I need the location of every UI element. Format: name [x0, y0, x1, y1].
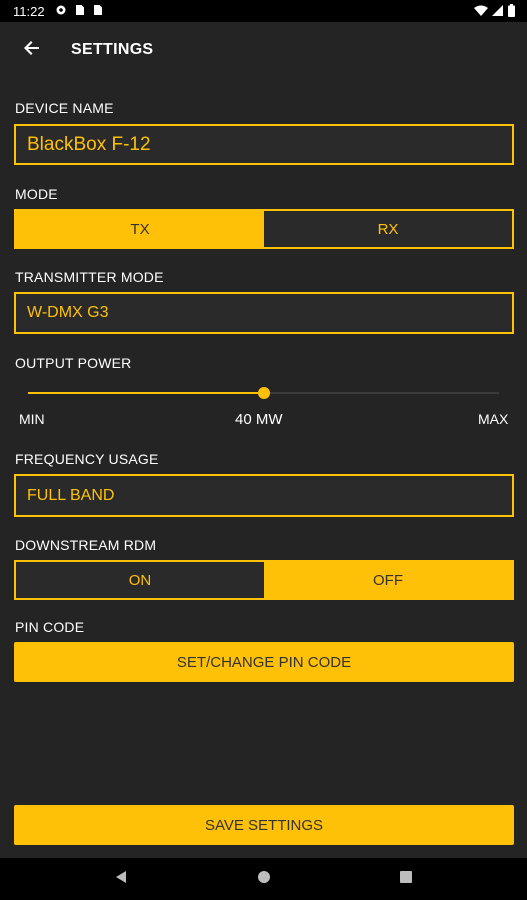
- output-power-min-label: MIN: [19, 411, 45, 427]
- nav-back-button[interactable]: [112, 870, 130, 888]
- wifi-icon: [474, 5, 488, 20]
- mode-rx-button[interactable]: RX: [264, 211, 512, 247]
- transmitter-mode-label: TRANSMITTER MODE: [15, 269, 164, 285]
- transmitter-mode-value: W-DMX G3: [27, 304, 109, 321]
- page-title: SETTINGS: [71, 41, 154, 58]
- status-icons-right: [474, 4, 515, 20]
- save-settings-button[interactable]: SAVE SETTINGS: [14, 805, 514, 845]
- settings-gear-icon: [55, 4, 67, 19]
- mode-toggle: TX RX: [14, 209, 514, 249]
- device-name-field[interactable]: BlackBox F-12: [14, 124, 514, 165]
- mode-tx-button[interactable]: TX: [16, 211, 264, 247]
- set-pin-code-button[interactable]: SET/CHANGE PIN CODE: [14, 642, 514, 682]
- output-power-slider-fill: [28, 392, 264, 394]
- device-name-value: BlackBox F-12: [27, 133, 151, 155]
- battery-icon: [508, 4, 515, 20]
- nav-back-icon: [114, 870, 128, 889]
- downstream-rdm-on-button[interactable]: ON: [16, 562, 264, 598]
- frequency-usage-label: FREQUENCY USAGE: [15, 451, 159, 467]
- status-time: 11:22: [13, 4, 45, 19]
- output-power-max-label: MAX: [478, 411, 509, 427]
- signal-icon: [492, 4, 504, 20]
- downstream-rdm-toggle: ON OFF: [14, 560, 514, 600]
- frequency-usage-select[interactable]: FULL BAND: [14, 474, 514, 517]
- status-bar: 11:22: [0, 0, 527, 22]
- sim-card-icon: [93, 4, 103, 19]
- nav-recents-icon: [399, 870, 413, 889]
- downstream-rdm-off-button[interactable]: OFF: [264, 562, 512, 598]
- back-arrow-icon: [24, 40, 40, 61]
- nav-home-button[interactable]: [255, 870, 273, 888]
- output-power-value: 40 MW: [235, 411, 283, 428]
- downstream-rdm-label: DOWNSTREAM RDM: [15, 537, 157, 553]
- nav-home-icon: [257, 870, 271, 889]
- pin-code-label: PIN CODE: [15, 619, 85, 635]
- back-button[interactable]: [18, 36, 46, 64]
- output-power-label: OUTPUT POWER: [15, 355, 132, 371]
- mode-label: MODE: [15, 186, 58, 202]
- nav-recents-button[interactable]: [397, 870, 415, 888]
- app-bar: SETTINGS: [0, 22, 527, 78]
- frequency-usage-value: FULL BAND: [27, 486, 115, 504]
- sim-card-icon: [75, 4, 85, 19]
- device-name-label: DEVICE NAME: [15, 100, 114, 116]
- output-power-slider-thumb[interactable]: [258, 387, 270, 399]
- system-nav-bar: [0, 858, 527, 900]
- status-icons-left: [55, 4, 103, 19]
- transmitter-mode-select[interactable]: W-DMX G3: [14, 292, 514, 334]
